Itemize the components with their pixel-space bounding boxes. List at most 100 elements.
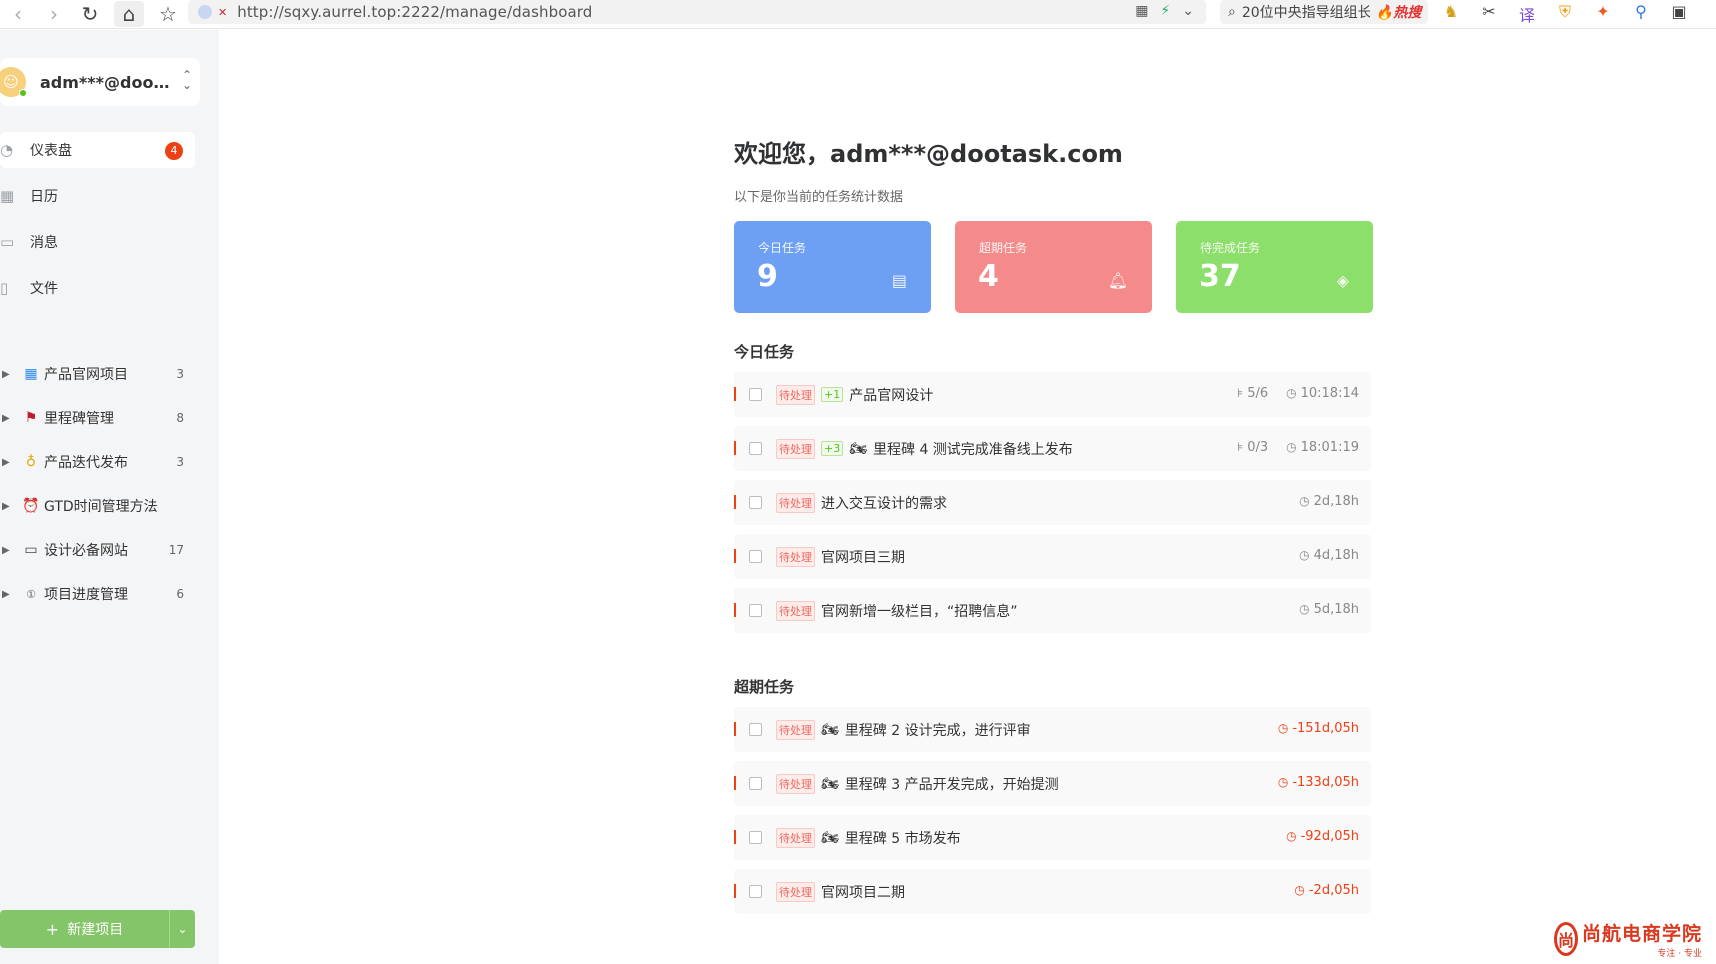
priority-flag — [734, 387, 736, 401]
scissors-icon[interactable]: ✂ — [1478, 2, 1500, 22]
task-time: ◷ -133d,05h — [1278, 775, 1359, 790]
task-row[interactable]: 待处理 +3 🏍 里程碑 4 测试完成准备线上发布 ⊧ 0/3 ◷ 18:01:19 — [734, 426, 1371, 471]
sidebar-item-dashboard[interactable]: ◔ 仪表盘 4 — [0, 132, 195, 168]
project-item[interactable]: ▶ ① 项目进度管理 6 — [0, 572, 195, 616]
task-row[interactable]: 待处理 +1 产品官网设计 ⊧ 5/6 ◷ 10:18:14 — [734, 372, 1371, 417]
url-text[interactable]: http://sqxy.aurrel.top:2222/manage/dashb… — [237, 3, 592, 21]
site-info-icon[interactable] — [198, 5, 212, 19]
shield-extension-icon[interactable]: ⛨ — [1554, 2, 1576, 22]
address-bar[interactable]: ✕ http://sqxy.aurrel.top:2222/manage/das… — [188, 0, 1206, 24]
clock-icon: ◷ — [1294, 883, 1305, 897]
chevron-up-down-icon[interactable]: ⌃ ⌄ — [182, 69, 192, 91]
caret-right-icon[interactable]: ▶ — [2, 369, 12, 380]
task-row[interactable]: 待处理 🏍 里程碑 5 市场发布 ◷ -92d,05h — [734, 815, 1371, 860]
caret-right-icon[interactable]: ▶ — [2, 457, 12, 468]
new-project-label: 新建项目 — [67, 922, 124, 938]
task-checkbox[interactable] — [749, 777, 762, 790]
task-time-text: 2d,18h — [1313, 494, 1359, 509]
address-dropdown-icon[interactable]: ⌄ — [1182, 3, 1194, 19]
speed-mode-icon[interactable]: ⚡ — [1160, 3, 1170, 19]
browser-nav: ‹ › ↻ ⌂ ☆ — [0, 0, 186, 29]
task-row[interactable]: 待处理 🏍 里程碑 3 产品开发完成，开始提测 ◷ -133d,05h — [734, 761, 1371, 806]
task-row[interactable]: 待处理 官网新增一级栏目，“招聘信息” ◷ 5d,18h — [734, 588, 1371, 633]
window-extension-icon[interactable]: ▣ — [1668, 2, 1690, 22]
task-checkbox[interactable] — [749, 885, 762, 898]
subtask-count-text: 0/3 — [1247, 440, 1269, 455]
task-checkbox[interactable] — [749, 442, 762, 455]
translate-icon[interactable]: 译 — [1516, 2, 1538, 25]
bookmark-star-icon[interactable]: ☆ — [150, 1, 186, 27]
forward-icon[interactable]: › — [36, 1, 72, 27]
task-time: ◷ 4d,18h — [1299, 548, 1359, 563]
caret-right-icon[interactable]: ▶ — [2, 589, 12, 600]
puzzle-extension-icon[interactable]: ✦ — [1592, 2, 1614, 22]
task-row[interactable]: 待处理 进入交互设计的需求 ◷ 2d,18h — [734, 480, 1371, 525]
task-time-text: 5d,18h — [1313, 602, 1359, 617]
project-count: 8 — [176, 411, 184, 425]
task-checkbox[interactable] — [749, 723, 762, 736]
magnifier-extension-icon[interactable]: ⚲ — [1630, 2, 1652, 22]
back-icon[interactable]: ‹ — [0, 1, 36, 27]
browser-search[interactable]: ⌕ 20位中央指导组组长 🔥热搜 — [1220, 0, 1428, 24]
task-checkbox[interactable] — [749, 831, 762, 844]
reload-icon[interactable]: ↻ — [72, 1, 108, 27]
motorcycle-icon: 🏍 — [821, 775, 839, 792]
plus-icon: + — [45, 919, 60, 939]
chevron-down-icon[interactable]: ⌄ — [169, 910, 195, 948]
hot-search-badge[interactable]: 🔥热搜 — [1376, 2, 1421, 22]
priority-flag — [734, 495, 736, 509]
clock-icon: ◷ — [1286, 440, 1297, 454]
alarm-clock-icon: ⏰ — [22, 498, 40, 514]
caret-right-icon[interactable]: ▶ — [2, 501, 12, 512]
project-item[interactable]: ▶ ⚑ 里程碑管理 8 — [0, 396, 195, 440]
seal-icon: 尚 — [1554, 922, 1578, 956]
project-item[interactable]: ▶ ⏰ GTD时间管理方法 — [0, 484, 195, 528]
home-icon[interactable]: ⌂ — [114, 1, 144, 27]
stat-card-overdue[interactable]: 超期任务 4 🔔︎ — [955, 221, 1152, 313]
task-time: ◷ 2d,18h — [1299, 494, 1359, 509]
caret-right-icon[interactable]: ▶ — [2, 545, 12, 556]
project-item[interactable]: ▶ ▭ 设计必备网站 17 — [0, 528, 195, 572]
sidebar: ☺ adm***@doot... ⌃ ⌄ ◔ 仪表盘 4 ▦ 日历 ▭ 消息 ▯ … — [0, 30, 219, 964]
task-row[interactable]: 待处理 🏍 里程碑 2 设计完成，进行评审 ◷ -151d,05h — [734, 707, 1371, 752]
task-meta: ◷ -2d,05h — [1294, 883, 1359, 898]
flag-icon: ⚑ — [24, 410, 38, 426]
project-name: 里程碑管理 — [44, 411, 114, 427]
qr-code-icon[interactable]: ▦ — [1135, 3, 1148, 19]
clock-icon: ◷ — [1286, 829, 1297, 843]
user-switcher[interactable]: ☺ adm***@doot... ⌃ ⌄ — [0, 58, 200, 106]
sidebar-item-files[interactable]: ▯ 文件 — [0, 270, 195, 306]
sidebar-item-calendar[interactable]: ▦ 日历 — [0, 178, 195, 214]
task-checkbox[interactable] — [749, 604, 762, 617]
clock-icon: ◷ — [1299, 602, 1310, 616]
task-meta: ◷ -151d,05h — [1278, 721, 1359, 736]
caret-right-icon[interactable]: ▶ — [2, 413, 12, 424]
number-one-icon: ① — [26, 587, 36, 601]
stat-card-label: 待完成任务 — [1200, 241, 1261, 255]
task-checkbox[interactable] — [749, 388, 762, 401]
task-row[interactable]: 待处理 官网项目二期 ◷ -2d,05h — [734, 869, 1371, 914]
stat-card-label: 超期任务 — [979, 241, 1028, 255]
new-project-button[interactable]: + 新建项目 — [0, 910, 169, 948]
project-item[interactable]: ▶ ♁ 产品迭代发布 3 — [0, 440, 195, 484]
game-extension-icon[interactable]: ♞ — [1440, 2, 1462, 22]
project-count: 3 — [176, 367, 184, 381]
task-checkbox[interactable] — [749, 496, 762, 509]
clock-icon: ◷ — [1277, 775, 1289, 789]
task-checkbox[interactable] — [749, 550, 762, 563]
task-name: 里程碑 2 设计完成，进行评审 — [844, 722, 1031, 739]
priority-flag — [734, 603, 736, 617]
task-time: ◷ -151d,05h — [1278, 721, 1359, 736]
stat-card-pending[interactable]: 待完成任务 37 ◈ — [1176, 221, 1373, 313]
stat-card-today[interactable]: 今日任务 9 ▤ — [734, 221, 931, 313]
monitor-icon: ▭ — [24, 542, 38, 558]
search-query[interactable]: 20位中央指导组组长 — [1242, 2, 1370, 22]
task-time-text: -133d,05h — [1292, 775, 1359, 790]
task-name: 产品官网设计 — [849, 387, 934, 404]
file-icon: ▯ — [0, 279, 9, 297]
sidebar-item-messages[interactable]: ▭ 消息 — [0, 224, 195, 260]
task-name: 里程碑 3 产品开发完成，开始提测 — [844, 776, 1059, 793]
task-row[interactable]: 待处理 官网项目三期 ◷ 4d,18h — [734, 534, 1371, 579]
project-item[interactable]: ▶ ▦ 产品官网项目 3 — [0, 352, 195, 396]
project-name: 产品迭代发布 — [44, 455, 128, 471]
